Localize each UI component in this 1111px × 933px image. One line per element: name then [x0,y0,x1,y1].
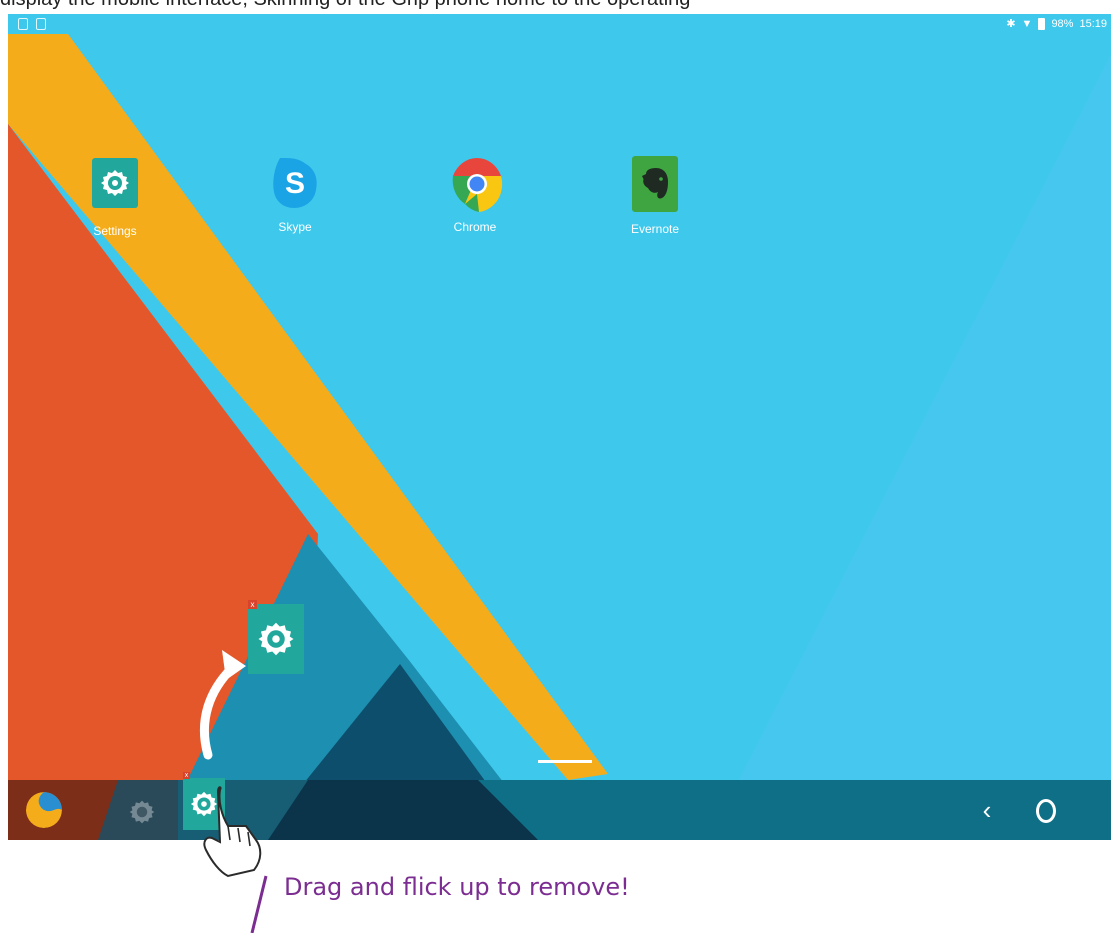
pinned-settings-icon[interactable] [128,798,156,826]
svg-text:S: S [285,167,305,200]
app-settings[interactable]: Settings [65,154,165,238]
wifi-icon: ▼ [1021,17,1033,30]
gear-icon [190,791,218,817]
evernote-elephant-icon [632,156,678,212]
dragged-settings-icon-preview[interactable]: x [248,600,304,674]
caption-pointer-line [250,875,268,933]
wallpaper [8,14,1111,840]
app-skype[interactable]: S Skype [245,154,345,234]
app-label-settings: Settings [93,224,137,238]
skype-icon: S [273,158,317,208]
start-menu-icon[interactable] [26,792,62,828]
app-evernote[interactable]: Evernote [605,154,705,236]
status-bar: ✱ ▼ 98% 15:19 [8,14,1111,38]
clock: 15:19 [1079,17,1107,30]
app-chrome[interactable]: Chrome [425,154,525,234]
app-label-evernote: Evernote [630,222,680,236]
settings-gear-icon [92,158,138,208]
bluetooth-icon: ✱ [1006,18,1016,30]
remove-badge-icon[interactable]: x [248,600,257,609]
gear-icon [258,622,294,656]
dragged-settings-icon[interactable]: x [183,772,225,830]
cropped-top-text: display the mobile interface, Skinning o… [0,0,1111,10]
battery-icon [1038,17,1046,30]
instruction-caption: Drag and flick up to remove! [284,873,630,901]
back-icon[interactable]: ‹ [974,794,1000,826]
battery-percent: 98% [1051,17,1074,30]
taskbar-shadow [8,780,538,840]
screenshot-icon [18,18,28,30]
android-desktop-screen: ✱ ▼ 98% 15:19 Settings S Skype Chrome Ev… [8,14,1111,840]
remove-badge-icon[interactable]: x [183,772,190,779]
taskbar: x ‹ [8,772,1111,840]
chrome-icon [452,158,503,212]
home-icon[interactable] [1036,799,1056,823]
app-label-skype: Skype [278,220,312,234]
lock-icon [36,18,46,30]
app-label-chrome: Chrome [453,220,497,234]
drawer-handle[interactable] [538,760,592,763]
